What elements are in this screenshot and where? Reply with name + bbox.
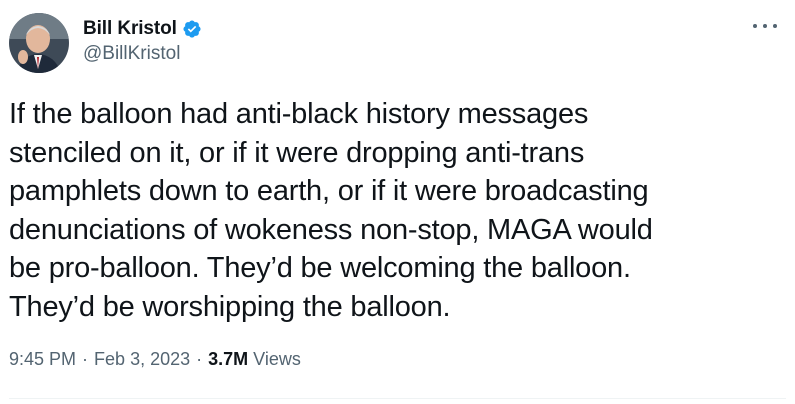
- more-dot: [773, 24, 777, 28]
- more-horizontal-icon[interactable]: [753, 18, 777, 34]
- author-handle[interactable]: @BillKristol: [83, 43, 202, 65]
- verified-badge-icon[interactable]: [182, 19, 202, 39]
- author-display-name[interactable]: Bill Kristol: [83, 18, 177, 40]
- views-label[interactable]: Views: [253, 349, 301, 370]
- tweet-meta: 9:45 PM · Feb 3, 2023 · 3.7M Views: [9, 349, 301, 370]
- tweet-header: Bill Kristol @BillKristol: [9, 13, 202, 73]
- meta-separator: ·: [82, 349, 89, 369]
- name-row: Bill Kristol: [83, 18, 202, 40]
- author-identity: Bill Kristol @BillKristol: [83, 18, 202, 65]
- meta-separator: ·: [196, 349, 203, 369]
- tweet-text: If the balloon had anti-black history me…: [9, 98, 653, 323]
- tweet-card: Bill Kristol @BillKristol If the balloon…: [0, 0, 795, 404]
- views-count[interactable]: 3.7M: [208, 349, 248, 370]
- more-dot: [763, 24, 767, 28]
- tweet-time[interactable]: 9:45 PM: [9, 349, 76, 370]
- avatar[interactable]: [9, 13, 69, 73]
- divider: [9, 398, 786, 399]
- more-dot: [753, 24, 757, 28]
- tweet-date[interactable]: Feb 3, 2023: [94, 349, 190, 370]
